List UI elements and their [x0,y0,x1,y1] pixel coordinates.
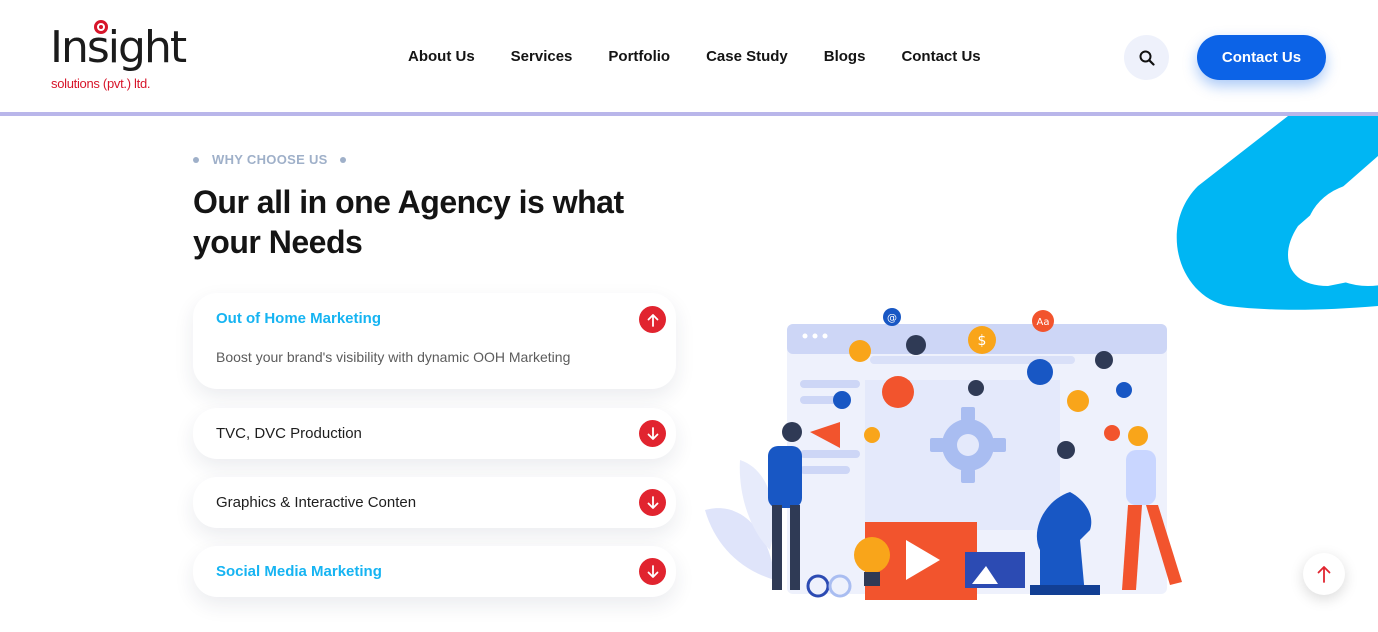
logo-wordmark: Insight [50,22,187,73]
search-button[interactable] [1124,35,1169,80]
accordion-body: Boost your brand's visibility with dynam… [216,349,571,365]
logo-dot-icon [94,20,108,34]
arrow-up-icon [647,313,658,327]
nav-item-portfolio[interactable]: Portfolio [608,48,670,65]
accordion-title[interactable]: Graphics & Interactive Conten [216,494,416,511]
scroll-to-top-button[interactable] [1303,553,1345,595]
logo-tagline: solutions (pvt.) ltd. [51,76,151,91]
decorative-shape [1168,116,1378,316]
marketing-illustration: @ $ Aa [705,308,1182,600]
accordion-item-ooh[interactable]: Out of Home Marketing Boost your brand's… [193,293,676,389]
accordion-title[interactable]: Out of Home Marketing [216,310,381,327]
nav-item-services[interactable]: Services [511,48,573,65]
arrow-down-icon [647,495,658,509]
eyebrow-dot-icon [339,156,346,163]
accordion-item-tvc[interactable]: TVC, DVC Production [193,408,676,459]
accordion-title[interactable]: Social Media Marketing [216,563,382,580]
arrow-down-icon [647,426,658,440]
accordion-toggle-button[interactable] [639,558,666,585]
contact-us-button[interactable]: Contact Us [1197,35,1326,80]
accordion-item-graphics[interactable]: Graphics & Interactive Conten [193,477,676,528]
accordion-title[interactable]: TVC, DVC Production [216,425,362,442]
nav-item-case-study[interactable]: Case Study [706,48,788,65]
accordion-item-social[interactable]: Social Media Marketing [193,546,676,597]
arrow-up-icon [1317,566,1331,583]
main-nav: About Us Services Portfolio Case Study B… [408,48,1017,65]
nav-item-about-us[interactable]: About Us [408,48,475,65]
at-sign-icon: @ [887,313,897,324]
brand-logo[interactable]: Insight solutions (pvt.) ltd. [50,20,187,96]
section-title: Our all in one Agency is what your Needs [193,184,624,260]
accordion-toggle-button[interactable] [639,306,666,333]
font-icon: Aa [1037,317,1050,328]
nav-item-contact-us[interactable]: Contact Us [901,48,980,65]
accordion-toggle-button[interactable] [639,420,666,447]
eyebrow-dot-icon [193,156,199,163]
dollar-icon: $ [978,333,987,349]
nav-item-blogs[interactable]: Blogs [824,48,866,65]
site-header: Insight solutions (pvt.) ltd. About Us S… [0,0,1378,116]
arrow-down-icon [647,564,658,578]
search-icon [1139,50,1155,66]
eyebrow-label: WHY CHOOSE US [212,152,328,167]
accordion-toggle-button[interactable] [639,489,666,516]
section-eyebrow: WHY CHOOSE US [193,152,346,167]
